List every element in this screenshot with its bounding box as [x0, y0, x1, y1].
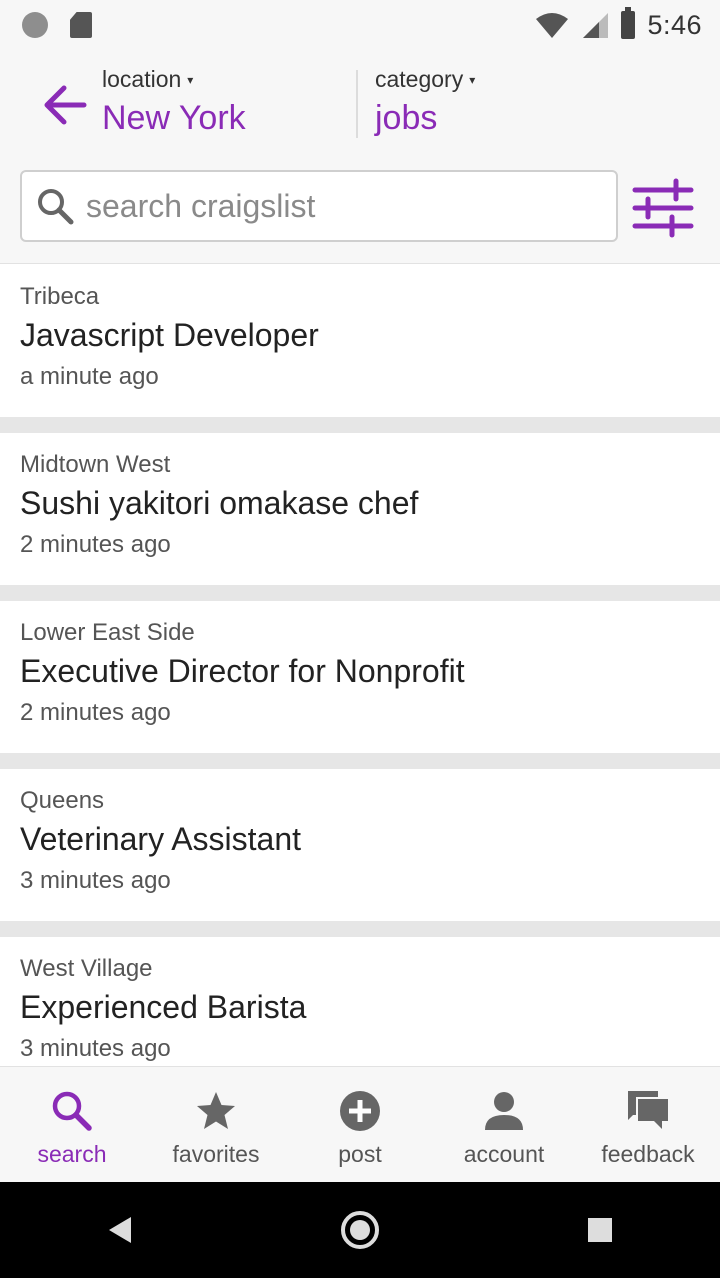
listing-title: Sushi yakitori omakase chef [20, 485, 419, 521]
nav-search[interactable]: search [0, 1067, 144, 1182]
sd-card-icon [70, 12, 92, 38]
listing-posted-time: 2 minutes ago [20, 531, 171, 558]
listing-title: Javascript Developer [20, 317, 319, 353]
listing-item[interactable]: Queens Veterinary Assistant 3 minutes ag… [0, 769, 720, 937]
listing-item[interactable]: Tribeca Javascript Developer a minute ag… [0, 265, 720, 433]
category-label: category [375, 66, 464, 92]
system-home-button[interactable] [330, 1200, 390, 1260]
category-picker[interactable]: category ▾ jobs [375, 66, 475, 138]
nav-account[interactable]: account [432, 1067, 576, 1182]
location-label: location [102, 66, 182, 92]
wifi-icon [536, 13, 569, 38]
status-bar: 5:46 [0, 0, 720, 50]
back-arrow-icon[interactable] [38, 78, 92, 132]
nav-feedback[interactable]: feedback [576, 1067, 720, 1182]
listing-posted-time: 3 minutes ago [20, 1035, 171, 1062]
nav-favorites[interactable]: favorites [144, 1067, 288, 1182]
category-value: jobs [375, 99, 438, 137]
bottom-nav: search favorites post account feedback [0, 1066, 720, 1182]
search-icon [38, 189, 74, 225]
system-back-button[interactable] [90, 1200, 150, 1260]
nav-account-label: account [463, 1141, 545, 1167]
nav-post[interactable]: post [288, 1067, 432, 1182]
listing-neighborhood: Midtown West [20, 451, 171, 478]
person-icon [485, 1092, 523, 1130]
app-screen: 5:46 location ▾ New York category ▾ jobs [0, 0, 720, 1278]
nav-favorites-label: favorites [172, 1141, 260, 1167]
listing-title: Veterinary Assistant [20, 821, 302, 857]
nav-search-label: search [37, 1141, 107, 1167]
listing-neighborhood: Tribeca [20, 283, 100, 310]
system-recents-button[interactable] [570, 1200, 630, 1260]
search-bar[interactable] [20, 170, 618, 242]
notification-circle-icon [22, 12, 48, 38]
location-picker[interactable]: location ▾ New York [102, 66, 246, 138]
battery-icon [621, 7, 636, 39]
location-value: New York [102, 99, 246, 137]
header-divider [356, 70, 358, 138]
listing-posted-time: 2 minutes ago [20, 699, 171, 726]
app-header: location ▾ New York category ▾ jobs [0, 50, 720, 264]
location-caret-icon: ▾ [187, 72, 194, 87]
listing-neighborhood: Lower East Side [20, 619, 195, 646]
listing-item[interactable]: Lower East Side Executive Director for N… [0, 601, 720, 769]
status-time: 5:46 [647, 9, 702, 40]
listing-item[interactable]: Midtown West Sushi yakitori omakase chef… [0, 433, 720, 601]
listing-posted-time: a minute ago [20, 363, 159, 390]
chat-icon [628, 1091, 668, 1129]
search-icon [52, 1091, 92, 1131]
listing-title: Experienced Barista [20, 989, 307, 1025]
search-input[interactable] [86, 187, 606, 225]
square-recents-icon [588, 1218, 612, 1242]
listing-neighborhood: Queens [20, 787, 105, 814]
nav-feedback-label: feedback [601, 1141, 695, 1167]
nav-post-label: post [338, 1141, 382, 1167]
circle-home-icon [341, 1211, 379, 1249]
category-caret-icon: ▾ [469, 72, 476, 87]
listing-title: Executive Director for Nonprofit [20, 653, 465, 689]
listing-list: Tribeca Javascript Developer a minute ag… [0, 265, 720, 1105]
star-icon [197, 1092, 235, 1129]
plus-circle-icon [340, 1091, 380, 1131]
filter-sliders-icon[interactable] [632, 178, 694, 238]
listing-posted-time: 3 minutes ago [20, 867, 171, 894]
triangle-back-icon [109, 1217, 131, 1243]
listing-neighborhood: West Village [20, 955, 153, 982]
system-nav-bar [0, 1182, 720, 1278]
cell-signal-icon [583, 13, 609, 38]
